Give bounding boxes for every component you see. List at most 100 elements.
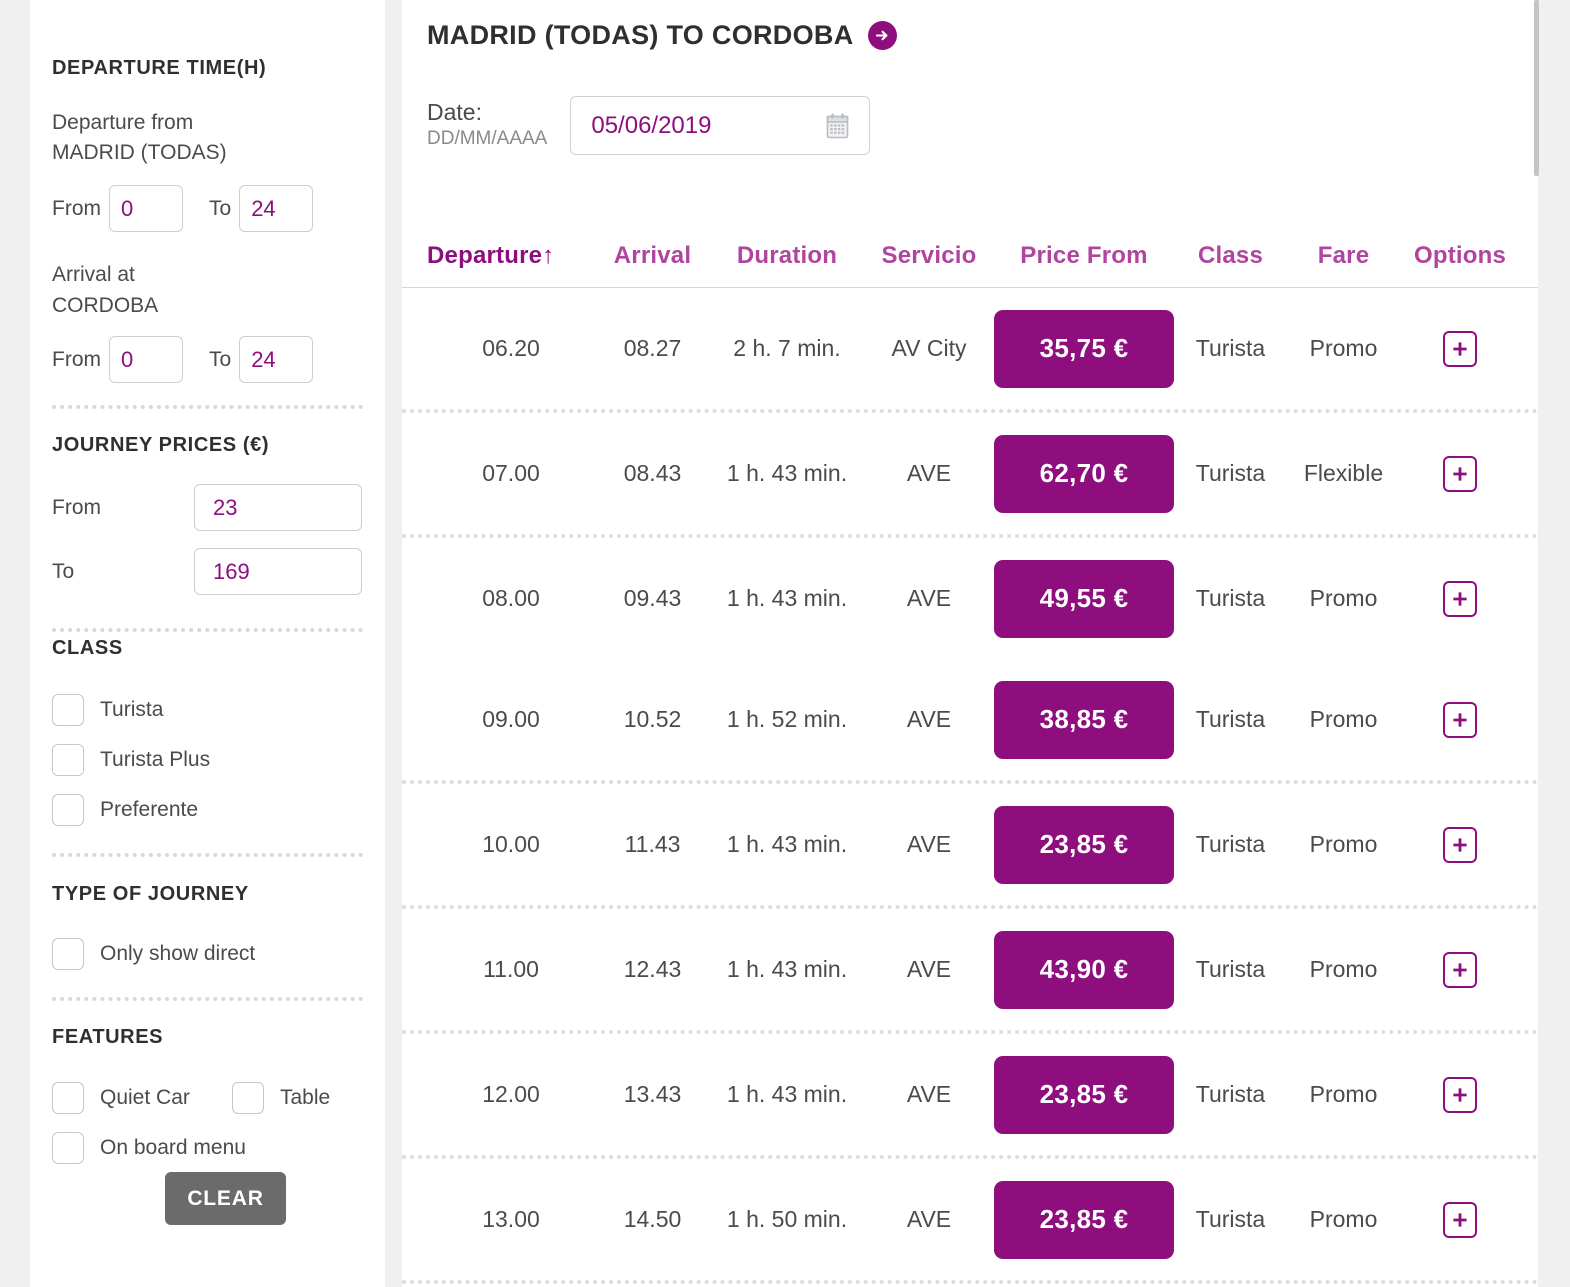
departure-from-station: MADRID (TODAS) [52,141,227,164]
column-header-departure[interactable]: Departure↑ [427,242,595,270]
departure-from-range-label: From [52,196,101,220]
journey-prices-heading: JOURNEY PRICES (€) [52,434,270,456]
cell-options [1400,1076,1520,1113]
cell-class: Turista [1195,335,1266,361]
checkbox-icon[interactable] [52,1082,84,1114]
departure-time-range: From 0 To 24 [52,185,314,232]
cell-duration: 1 h. 43 min. [726,460,848,486]
cell-departure: 07.00 [482,460,540,486]
plus-icon[interactable] [1443,330,1477,367]
checkbox-icon[interactable] [52,938,84,970]
arrival-from-hour-input[interactable]: 0 [109,336,183,383]
class-heading: CLASS [52,637,123,659]
cell-class: Turista [1195,1206,1266,1232]
plus-icon[interactable] [1443,580,1477,617]
cell-arrival: 10.52 [623,706,682,732]
cell-fare: Promo [1309,335,1378,361]
column-header-arrival[interactable]: Arrival [595,242,710,270]
journey-checkbox-only-direct[interactable]: Only show direct [52,938,255,970]
cell-servicio: AV City [891,335,967,361]
features-checkbox-quiet-car[interactable]: Quiet Car [52,1082,190,1114]
table-row[interactable]: 13.00 14.50 1 h. 50 min. AVE 23,85 € Turista P… [402,1159,1538,1280]
cell-duration: 1 h. 50 min. [726,1206,848,1232]
column-header-class[interactable]: Class [1174,242,1287,270]
table-row[interactable]: 06.20 08.27 2 h. 7 min. AV City 35,75 € Turis… [402,288,1538,409]
departure-from-hour-input[interactable]: 0 [109,185,183,232]
class-checkbox-preferente[interactable]: Preferente [52,794,198,826]
price-button[interactable]: 35,75 € [994,309,1174,388]
cell-servicio: AVE [906,1081,952,1107]
price-button[interactable]: 23,85 € [994,1180,1174,1259]
date-label-line1: Date: [427,99,482,126]
row-separator [402,1280,1538,1284]
price-button[interactable]: 43,90 € [994,930,1174,1009]
column-header-fare[interactable]: Fare [1287,242,1400,270]
price-button[interactable]: 23,85 € [994,805,1174,884]
type-of-journey-heading: TYPE OF JOURNEY [52,883,249,905]
price-button[interactable]: 49,55 € [994,559,1174,638]
date-input[interactable]: 05/06/2019 [570,96,871,155]
calendar-icon[interactable] [824,112,851,140]
cell-fare: Promo [1309,585,1378,611]
cell-departure: 11.00 [483,956,539,982]
price-from-row: From 23 [52,484,362,531]
plus-icon[interactable] [1443,1201,1477,1238]
plus-icon[interactable] [1443,951,1477,988]
cell-class: Turista [1195,956,1266,982]
cell-fare: Flexible [1303,460,1384,486]
class-checkbox-turista-plus[interactable]: Turista Plus [52,744,210,776]
features-option-label: Table [280,1086,331,1109]
table-row[interactable]: 12.00 13.43 1 h. 43 min. AVE 23,85 € Turista P… [402,1034,1538,1155]
column-header-servicio[interactable]: Servicio [864,242,994,270]
cell-departure: 08.00 [482,585,540,611]
price-button[interactable]: 62,70 € [994,434,1174,513]
arrival-to-hour-input[interactable]: 24 [239,336,314,383]
cell-servicio: AVE [906,956,952,982]
features-checkbox-on-board-menu[interactable]: On board menu [52,1132,246,1164]
checkbox-icon[interactable] [52,1132,84,1164]
class-checkbox-turista[interactable]: Turista [52,694,163,726]
plus-icon[interactable] [1443,826,1477,863]
checkbox-icon[interactable] [52,694,84,726]
column-header-options: Options [1413,242,1507,269]
cell-class: Turista [1195,460,1266,486]
arrow-right-circle-icon[interactable] [867,21,897,50]
price-button[interactable]: 23,85 € [994,1055,1174,1134]
features-checkbox-table[interactable]: Table [232,1082,330,1114]
results-panel: MADRID (TODAS) TO CORDOBA Date: DD/MM/AA… [402,0,1538,1287]
page-scrollbar-thumb[interactable] [1534,0,1539,176]
column-header-duration[interactable]: Duration [710,242,864,270]
search-results-page: DEPARTURE TIME(H) Departure from MADRID … [0,0,1570,1287]
page-scrollbar-track[interactable] [1538,0,1570,1287]
cell-fare: Promo [1309,1206,1378,1232]
cell-fare: Promo [1309,1081,1378,1107]
checkbox-icon[interactable] [232,1082,264,1114]
clear-filters-button[interactable]: CLEAR [165,1172,286,1225]
cell-arrival: 09.43 [623,585,682,611]
table-row[interactable]: 11.00 12.43 1 h. 43 min. AVE 43,90 € Turista P… [402,909,1538,1030]
features-option-label: On board menu [100,1136,246,1159]
plus-icon[interactable] [1443,455,1477,492]
table-row[interactable]: 08.00 09.43 1 h. 43 min. AVE 49,55 € Turista P… [402,538,1538,659]
price-from-input[interactable]: 23 [194,484,362,531]
price-button[interactable]: 38,85 € [994,680,1174,759]
table-row[interactable]: 10.00 11.43 1 h. 43 min. AVE 23,85 € Turista P… [402,784,1538,905]
cell-servicio: AVE [906,706,952,732]
cell-price: 35,75 € [994,309,1174,388]
column-header-price-from[interactable]: Price From [994,242,1174,270]
page-title-text: MADRID (TODAS) TO CORDOBA [427,20,854,50]
plus-icon[interactable] [1443,1076,1477,1113]
cell-price: 23,85 € [994,1180,1174,1259]
table-row[interactable]: 09.00 10.52 1 h. 52 min. AVE 38,85 € Turista P… [402,659,1538,780]
price-to-input[interactable]: 169 [194,548,362,595]
plus-icon[interactable] [1443,701,1477,738]
features-option-label: Quiet Car [100,1086,190,1109]
checkbox-icon[interactable] [52,794,84,826]
table-row[interactable]: 07.00 08.43 1 h. 43 min. AVE 62,70 € Turista F… [402,413,1538,534]
departure-time-heading: DEPARTURE TIME(H) [52,57,267,79]
cell-duration: 1 h. 52 min. [726,706,848,732]
checkbox-icon[interactable] [52,744,84,776]
departure-to-hour-input[interactable]: 24 [239,185,314,232]
cell-arrival: 14.50 [623,1206,682,1232]
arrival-to-range-label: To [209,347,232,371]
